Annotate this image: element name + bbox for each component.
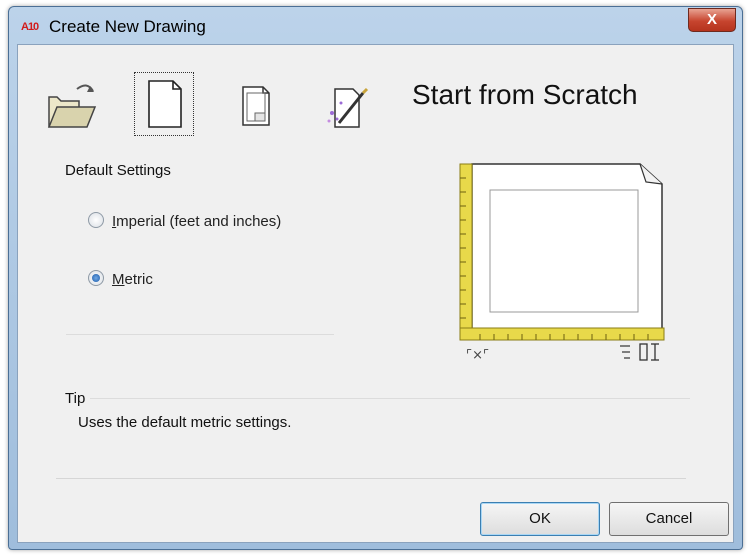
imperial-radio[interactable]: Imperial (feet and inches) <box>88 212 281 230</box>
dimension-xy-icon: ⌜×⌜ <box>466 348 489 363</box>
drawing-preview: ⌜×⌜ <box>450 158 675 368</box>
open-drawing-button[interactable] <box>43 73 101 135</box>
tip-label: Tip <box>65 390 86 407</box>
default-settings-label: Default Settings <box>65 162 171 179</box>
metric-radio-label: etric <box>124 271 153 288</box>
ok-button[interactable]: OK <box>480 502 600 536</box>
page-heading: Start from Scratch <box>412 79 638 110</box>
create-new-drawing-dialog: A10 Create New Drawing X Start from Scra… <box>8 6 743 550</box>
template-page-icon <box>242 86 270 126</box>
imperial-radio-label: mperial (feet and inches) <box>116 213 282 230</box>
linear-units-icon <box>620 345 630 359</box>
wizard-page-icon <box>327 87 369 128</box>
title-bar[interactable]: A10 Create New Drawing X <box>9 7 742 45</box>
use-wizard-button[interactable] <box>319 73 377 135</box>
dialog-body: Start from Scratch Default Settings Impe… <box>17 44 734 543</box>
footer-divider <box>56 478 686 479</box>
tip-text: Uses the default metric settings. <box>78 414 292 431</box>
radio-button[interactable] <box>88 270 104 286</box>
metric-radio[interactable]: Metric <box>88 270 153 288</box>
tip-divider <box>90 398 690 399</box>
height-dimension-icon <box>639 343 659 361</box>
cancel-button[interactable]: Cancel <box>609 502 729 536</box>
accelerator-letter: M <box>112 271 125 288</box>
start-from-scratch-button[interactable] <box>134 72 194 136</box>
open-folder-icon <box>47 84 97 128</box>
settings-divider <box>66 334 334 335</box>
blank-page-icon <box>148 80 182 128</box>
autocad-app-icon: A10 <box>21 21 39 33</box>
dialog-title: Create New Drawing <box>49 17 206 36</box>
use-template-button[interactable] <box>227 73 285 135</box>
radio-button[interactable] <box>88 212 104 228</box>
close-button[interactable]: X <box>688 8 736 32</box>
